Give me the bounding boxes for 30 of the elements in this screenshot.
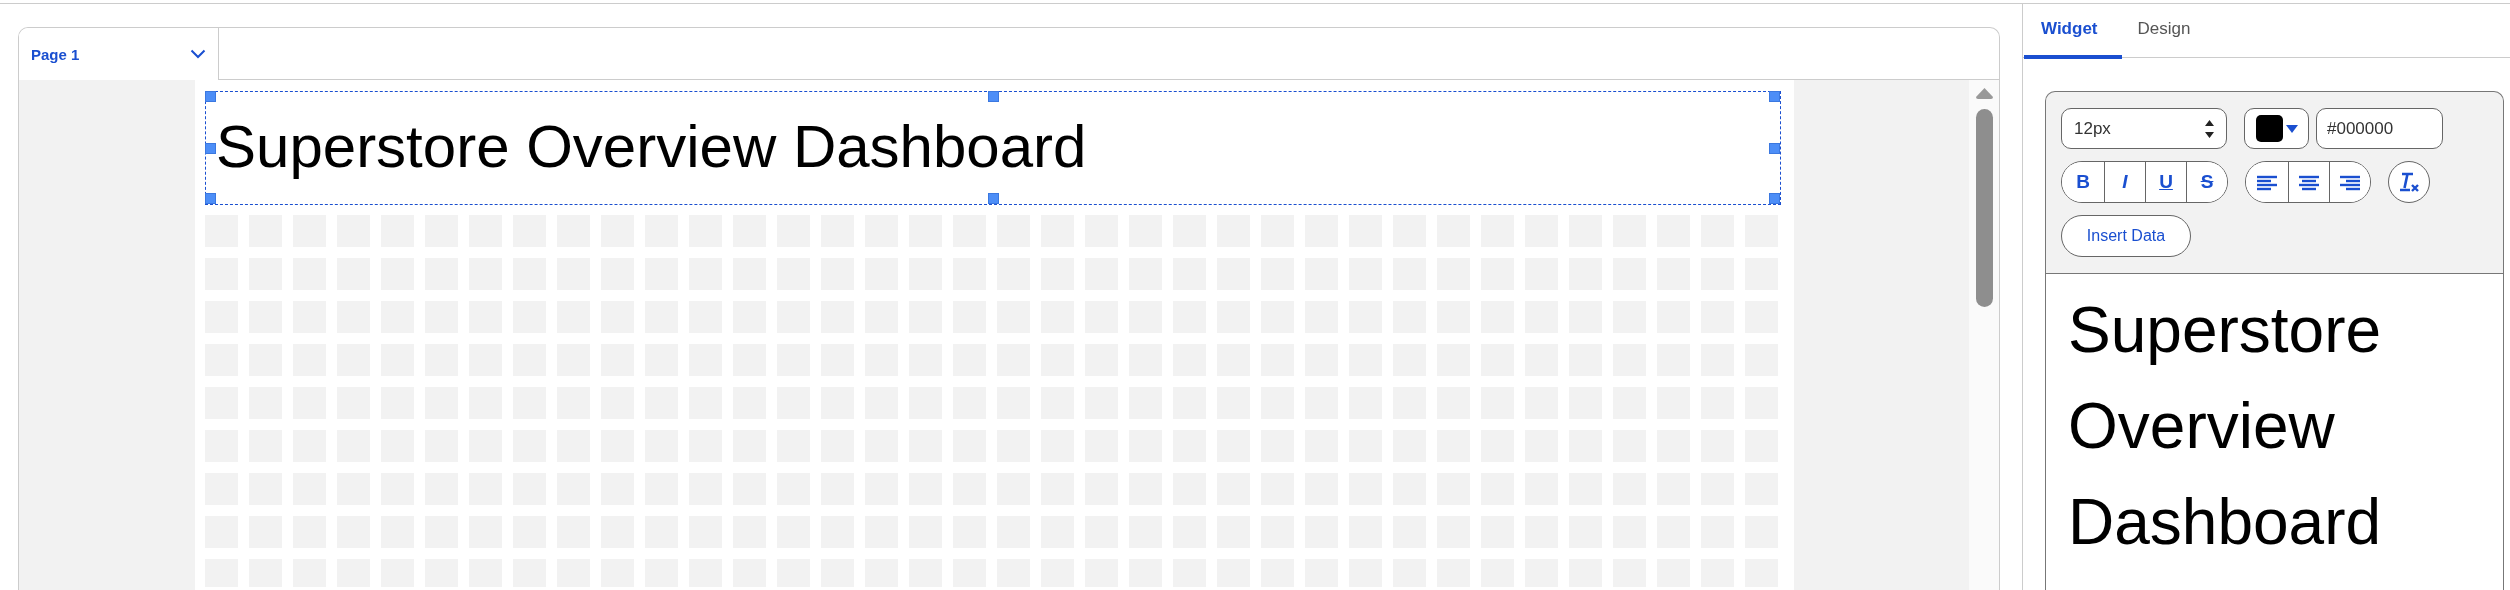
chevron-down-icon[interactable] [190, 49, 206, 59]
dashboard-title: Superstore Overview Dashboard [216, 111, 1087, 181]
text-widget[interactable]: Superstore Overview Dashboard [205, 91, 1781, 205]
clear-format-icon [2398, 171, 2420, 193]
font-size-value: 12px [2074, 118, 2111, 139]
strikethrough-button[interactable]: S [2186, 162, 2227, 202]
align-right-button[interactable] [2329, 162, 2370, 202]
panel-tab[interactable]: Widget [2024, 4, 2122, 59]
resize-handle[interactable] [1769, 91, 1780, 102]
scroll-thumb[interactable] [1975, 109, 1993, 307]
clear-format-button[interactable] [2388, 161, 2430, 203]
color-picker-button[interactable] [2244, 108, 2309, 149]
resize-handle[interactable] [1769, 142, 1780, 154]
resize-handle[interactable] [987, 91, 999, 102]
page-tab[interactable]: Page 1 [19, 28, 219, 80]
scrollbar[interactable] [1969, 80, 1999, 590]
panel-tab[interactable]: Design [2121, 4, 2207, 59]
hex-color-field[interactable]: #000000 [2316, 108, 2443, 149]
insert-data-button[interactable]: Insert Data [2061, 215, 2191, 257]
caret-down-icon [2286, 124, 2298, 133]
resize-handle[interactable] [205, 193, 216, 204]
scroll-up-icon[interactable] [1975, 88, 1993, 99]
resize-handle[interactable] [987, 193, 999, 204]
resize-handle[interactable] [205, 91, 216, 102]
editor-text: Superstore Overview Dashboard [2068, 294, 2382, 558]
spinner-icon[interactable] [2205, 119, 2214, 138]
text-editor[interactable]: Superstore Overview Dashboard [2045, 273, 2504, 590]
font-size-field[interactable]: 12px [2061, 108, 2227, 149]
resize-handle[interactable] [205, 142, 216, 154]
resize-handle[interactable] [1769, 193, 1780, 204]
